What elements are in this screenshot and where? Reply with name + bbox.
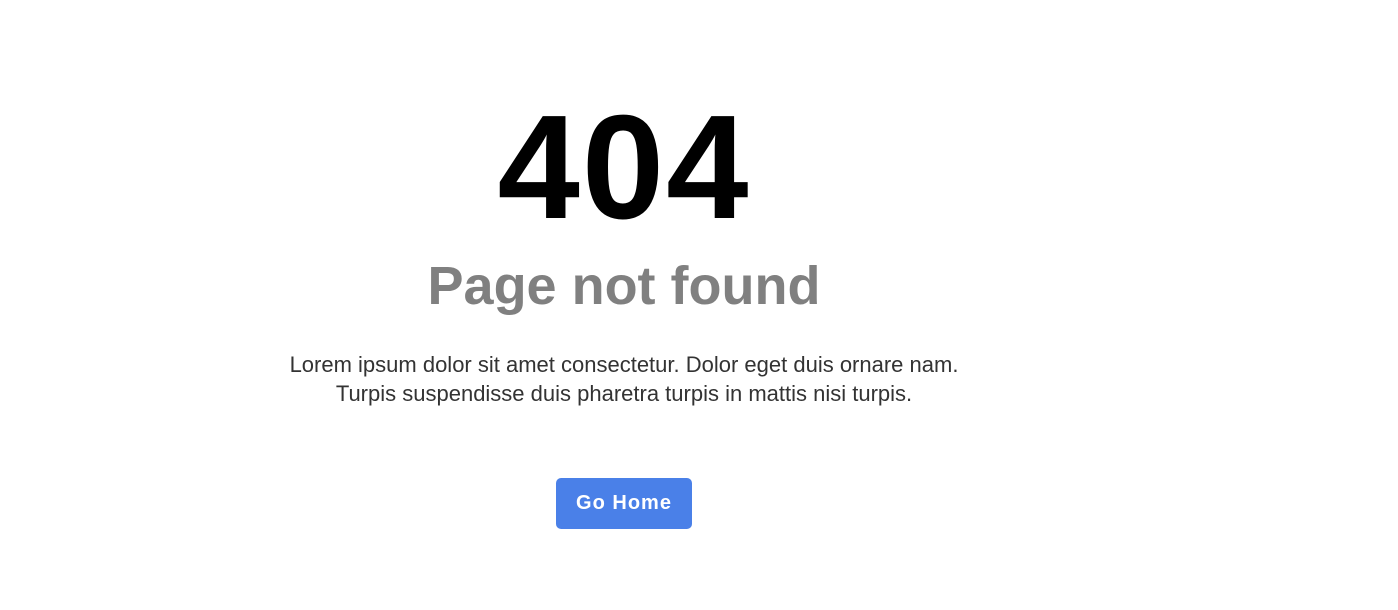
not-found-page: 404 Page not found Lorem ipsum dolor sit…	[0, 0, 1398, 610]
description-line: Lorem ipsum dolor sit amet consectetur. …	[289, 352, 959, 377]
go-home-button[interactable]: Go Home	[556, 478, 692, 529]
page-title: Page not found	[427, 256, 821, 316]
description-line: Turpis suspendisse duis pharetra turpis …	[335, 381, 913, 406]
error-content: 404 Page not found Lorem ipsum dolor sit…	[0, 0, 1248, 610]
error-code: 404	[497, 85, 751, 250]
error-description: Lorem ipsum dolor sit amet consectetur. …	[0, 350, 1248, 408]
